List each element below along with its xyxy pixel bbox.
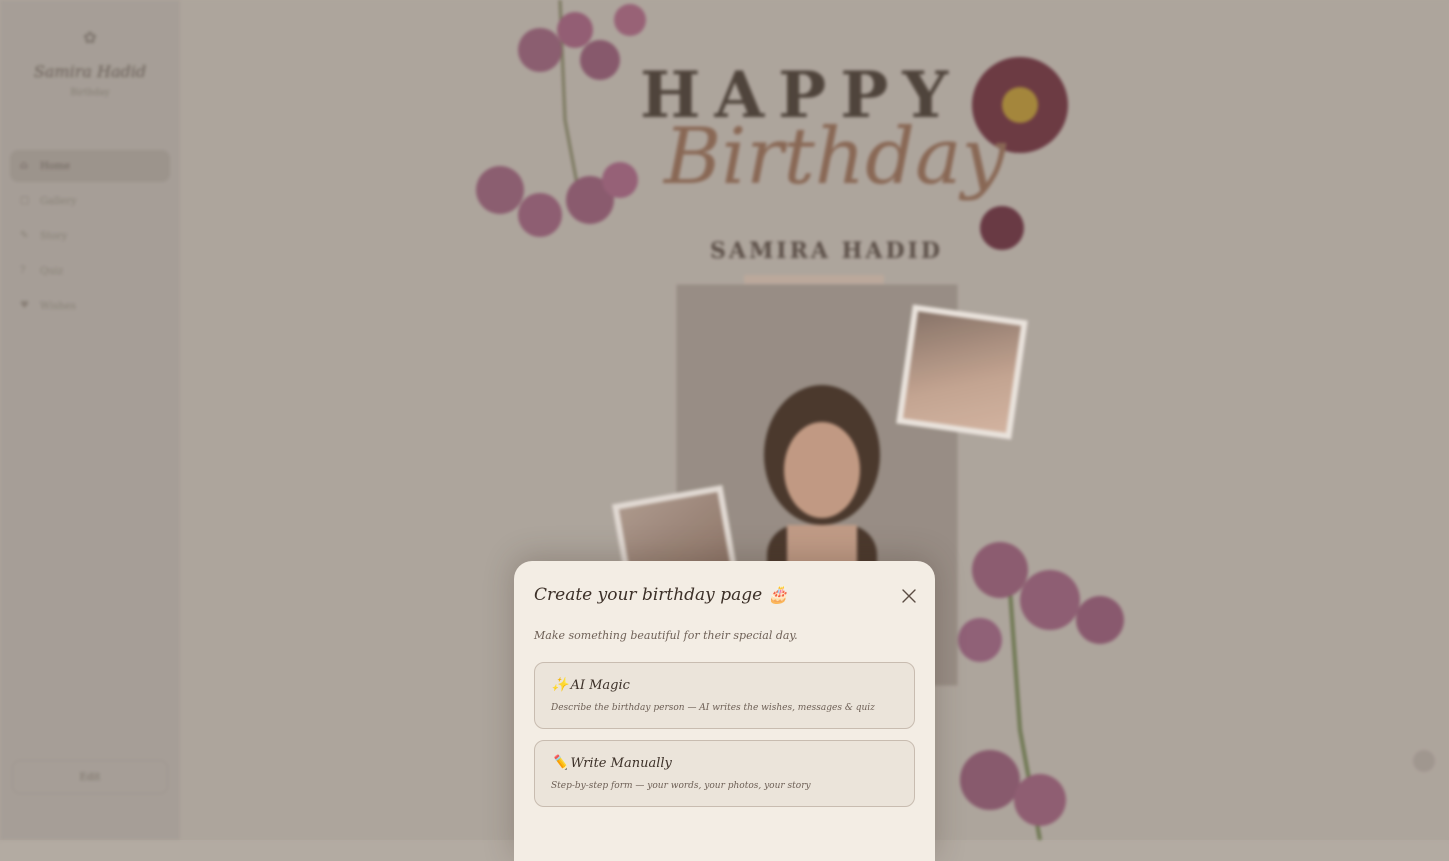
close-icon — [902, 589, 916, 603]
write-manually-title-row: ✏️ Write Manually — [551, 755, 672, 771]
write-manually-title: Write Manually — [570, 755, 672, 771]
write-manually-option[interactable]: ✏️ Write Manually Step-by-step form — yo… — [534, 740, 915, 807]
ai-magic-option[interactable]: ✨ AI Magic Describe the birthday person … — [534, 662, 915, 729]
modal-title: Create your birthday page 🎂 — [534, 585, 789, 605]
ai-magic-title: AI Magic — [570, 677, 630, 693]
sparkles-icon: ✨ — [551, 677, 569, 693]
ai-magic-title-row: ✨ AI Magic — [551, 677, 630, 693]
close-button[interactable] — [900, 587, 918, 605]
create-page-modal: Create your birthday page 🎂 Make somethi… — [514, 561, 935, 861]
ai-magic-description: Describe the birthday person — AI writes… — [551, 703, 875, 713]
pencil-icon: ✏️ — [551, 755, 569, 771]
modal-subtitle: Make something beautiful for their speci… — [534, 629, 798, 642]
write-manually-description: Step-by-step form — your words, your pho… — [551, 781, 811, 791]
